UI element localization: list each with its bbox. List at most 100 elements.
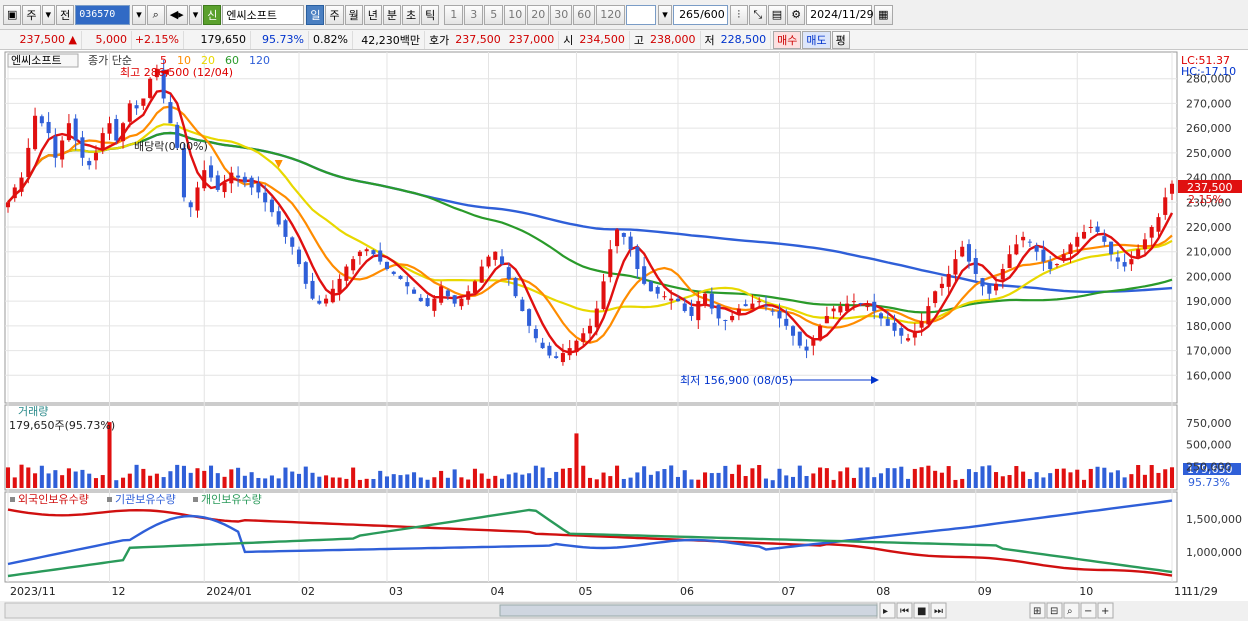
candle-body bbox=[242, 176, 247, 183]
candle-body bbox=[696, 301, 701, 321]
period-tab-5[interactable]: 초 bbox=[401, 4, 421, 25]
interval-button-120[interactable]: 120 bbox=[596, 4, 626, 25]
code-dropdown-icon[interactable]: ▾ bbox=[132, 4, 146, 25]
candle-body bbox=[405, 282, 410, 287]
candle-body bbox=[134, 105, 139, 109]
volume-bar bbox=[263, 478, 268, 488]
count-value: 265 bbox=[679, 8, 701, 21]
interval-dropdown-icon[interactable]: ▾ bbox=[658, 4, 672, 25]
sound-dropdown-icon[interactable]: ▾ bbox=[188, 4, 203, 25]
volume-bar bbox=[858, 467, 863, 488]
interval-button-1[interactable]: 1 bbox=[444, 4, 464, 25]
candle-body bbox=[39, 116, 44, 124]
volume-bar bbox=[621, 478, 626, 488]
candle-body bbox=[547, 345, 552, 356]
scrollbar-thumb[interactable] bbox=[499, 604, 878, 617]
volume-bar bbox=[418, 477, 423, 488]
volume-bar bbox=[797, 465, 802, 488]
candle-body bbox=[1163, 197, 1168, 215]
volume-bar bbox=[337, 477, 342, 488]
holdings-tick-label: 1,000,000 bbox=[1186, 546, 1242, 559]
volume-bar bbox=[60, 475, 65, 488]
new-badge[interactable]: 신 bbox=[203, 4, 222, 25]
volume-bar bbox=[466, 479, 471, 488]
candle-body bbox=[445, 290, 450, 297]
period-tab-0[interactable]: 일 bbox=[306, 4, 325, 25]
period-button[interactable]: 주 bbox=[22, 4, 41, 25]
candle-body bbox=[506, 267, 511, 279]
buy-button[interactable]: 매수 bbox=[773, 30, 802, 49]
interval-input[interactable] bbox=[626, 4, 657, 25]
interval-button-20[interactable]: 20 bbox=[527, 4, 550, 25]
volume-bar bbox=[398, 475, 403, 488]
volume-bar bbox=[1163, 469, 1168, 488]
volume-bar bbox=[987, 465, 992, 488]
candle-body bbox=[1088, 227, 1093, 228]
interval-button-30[interactable]: 30 bbox=[550, 4, 573, 25]
candle-body bbox=[635, 246, 640, 270]
volume-bar bbox=[615, 465, 620, 488]
stop-icon: ■ bbox=[917, 606, 926, 617]
volume-bar bbox=[669, 465, 674, 488]
draw-tool-icon[interactable]: ⤡ bbox=[748, 4, 767, 25]
candle-body bbox=[1034, 245, 1039, 252]
volume-bar bbox=[208, 465, 214, 488]
candle-body bbox=[1027, 241, 1032, 243]
date-right-label: 11/29 bbox=[1186, 585, 1218, 598]
candle-body bbox=[357, 251, 362, 257]
interval-button-5[interactable]: 5 bbox=[484, 4, 504, 25]
count-input[interactable]: 265/600 bbox=[672, 4, 728, 25]
sound-icon[interactable]: ◀▸ bbox=[165, 4, 188, 25]
chart-type-icon[interactable]: ▣ bbox=[3, 4, 22, 25]
volume-bar bbox=[946, 466, 951, 488]
date-field[interactable]: 2024/11/29 bbox=[806, 4, 874, 25]
volume-bar bbox=[906, 478, 911, 488]
period-tab-6[interactable]: 틱 bbox=[421, 4, 440, 25]
volume-bar bbox=[256, 477, 261, 488]
period-tab-4[interactable]: 분 bbox=[382, 4, 401, 25]
date-tick-label: 10 bbox=[1079, 585, 1093, 598]
candle-body bbox=[229, 172, 234, 184]
interval-button-3[interactable]: 3 bbox=[464, 4, 484, 25]
candle-body bbox=[181, 147, 186, 198]
volume-bar bbox=[296, 473, 302, 488]
candle-body bbox=[80, 137, 85, 158]
period-tab-1[interactable]: 주 bbox=[325, 4, 344, 25]
candle-body bbox=[249, 177, 254, 188]
volume-bar bbox=[696, 479, 701, 488]
interval-button-10[interactable]: 10 bbox=[504, 4, 527, 25]
candle-body bbox=[412, 289, 417, 294]
candle-body bbox=[5, 202, 11, 208]
date-tick-label: 02 bbox=[301, 585, 315, 598]
volume-bar bbox=[202, 470, 207, 488]
period-tab-3[interactable]: 년 bbox=[363, 4, 382, 25]
candle-body bbox=[851, 301, 856, 303]
candle-body bbox=[276, 211, 281, 225]
sell-button[interactable]: 매도 bbox=[802, 30, 831, 49]
candle-body bbox=[933, 291, 938, 304]
settings-gear-icon[interactable]: ⚙ bbox=[787, 4, 806, 25]
candle-body bbox=[845, 303, 850, 312]
volume-bar bbox=[628, 477, 633, 488]
date-tick-label: 2023/11 bbox=[10, 585, 56, 598]
dropdown-arrow-icon[interactable]: ▾ bbox=[41, 4, 56, 25]
eval-button[interactable]: 평 bbox=[831, 30, 850, 49]
prev-button[interactable]: 전 bbox=[56, 4, 75, 25]
bid-price: 237,000 bbox=[505, 30, 560, 49]
candle-body bbox=[865, 306, 870, 308]
volume-bar bbox=[290, 471, 295, 488]
period-tab-2[interactable]: 월 bbox=[344, 4, 363, 25]
search-icon[interactable]: ⌕ bbox=[146, 4, 165, 25]
calendar-icon[interactable]: ▦ bbox=[874, 4, 893, 25]
price-tick-label: 180,000 bbox=[1186, 320, 1232, 333]
candle-style-icon[interactable]: ⫶ bbox=[729, 4, 748, 25]
stock-name-field[interactable]: 엔씨소프트 bbox=[222, 4, 305, 25]
stock-code-input[interactable]: 036570 bbox=[75, 4, 131, 25]
chart-area[interactable]: 160,000 170,000 180,000 190,000 200,000 210,0… bbox=[0, 50, 1248, 621]
volume-bar bbox=[994, 472, 999, 488]
save-icon[interactable]: ▤ bbox=[767, 4, 787, 25]
price-tick-label: 190,000 bbox=[1186, 295, 1232, 308]
chart-svg[interactable]: 160,000 170,000 180,000 190,000 200,000 210,0… bbox=[0, 50, 1248, 621]
interval-button-60[interactable]: 60 bbox=[573, 4, 596, 25]
trade-amount: 42,230백만 bbox=[353, 30, 425, 49]
